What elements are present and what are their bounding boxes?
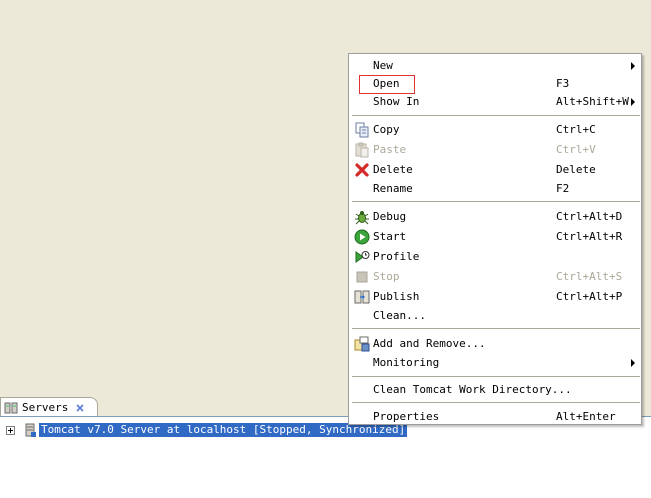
menu-item-clean[interactable]: Clean... <box>349 307 641 325</box>
servers-tab-label: Servers <box>22 401 69 414</box>
menu-separator <box>352 376 640 377</box>
menu-item-shortcut: Alt+Shift+W <box>556 95 629 108</box>
menu-item-label: Rename <box>373 182 413 195</box>
profile-icon <box>355 251 370 263</box>
menu-item-shortcut: Delete <box>556 163 596 176</box>
publish-icon <box>354 290 370 304</box>
menu-item-shortcut: Ctrl+C <box>556 123 596 136</box>
menu-item-debug[interactable]: Debug Ctrl+Alt+D <box>349 208 641 226</box>
paste-icon <box>355 142 369 158</box>
menu-item-start[interactable]: Start Ctrl+Alt+R <box>349 228 641 246</box>
menu-item-paste: Paste Ctrl+V <box>349 141 641 159</box>
menu-separator <box>352 402 640 403</box>
menu-item-label: Monitoring <box>373 356 440 369</box>
submenu-arrow-icon <box>631 98 635 106</box>
menu-item-label: Clean Tomcat Work Directory... <box>373 383 572 396</box>
menu-item-label: Stop <box>373 270 400 283</box>
context-menu: New Open F3 Show In Alt+Shift+W Copy Ctr… <box>348 53 642 425</box>
menu-item-label: Debug <box>373 210 407 223</box>
menu-item-label: Clean... <box>373 309 426 322</box>
menu-item-copy[interactable]: Copy Ctrl+C <box>349 121 641 139</box>
menu-item-label: Add and Remove... <box>373 337 486 350</box>
menu-item-monitoring[interactable]: Monitoring <box>349 354 641 372</box>
expand-icon[interactable] <box>6 425 15 435</box>
menu-item-label: Publish <box>373 290 420 303</box>
menu-item-shortcut: Ctrl+Alt+R <box>556 230 623 243</box>
menu-item-shortcut: Alt+Enter <box>556 410 616 423</box>
close-icon[interactable] <box>75 403 85 413</box>
submenu-arrow-icon <box>631 62 635 70</box>
servers-tab[interactable]: Servers <box>0 397 98 417</box>
menu-item-shortcut: F2 <box>556 182 570 195</box>
menu-item-shortcut: Ctrl+Alt+P <box>556 290 623 303</box>
menu-item-shortcut: F3 <box>556 77 570 90</box>
menu-item-properties[interactable]: Properties Alt+Enter <box>349 408 641 426</box>
copy-icon <box>355 122 369 138</box>
servers-tree: Tomcat v7.0 Server at localhost [Stopped… <box>0 416 651 498</box>
debug-icon <box>355 211 369 225</box>
menu-separator <box>352 115 640 116</box>
menu-item-clean-tomcat-work-directory[interactable]: Clean Tomcat Work Directory... <box>349 381 641 399</box>
submenu-arrow-icon <box>631 359 635 367</box>
delete-icon <box>355 163 369 177</box>
add-remove-icon <box>354 336 370 352</box>
menu-item-label: New <box>373 59 393 72</box>
menu-item-shortcut: Ctrl+Alt+D <box>556 210 623 223</box>
menu-item-add-and-remove[interactable]: Add and Remove... <box>349 335 641 353</box>
menu-item-new[interactable]: New <box>349 57 641 75</box>
menu-item-profile[interactable]: Profile <box>349 248 641 266</box>
menu-separator <box>352 201 640 202</box>
menu-item-label: Paste <box>373 143 407 156</box>
menu-item-label: Delete <box>373 163 413 176</box>
menu-item-show-in[interactable]: Show In Alt+Shift+W <box>349 93 641 111</box>
stop-icon <box>356 271 368 283</box>
menu-item-rename[interactable]: Rename F2 <box>349 180 641 198</box>
menu-item-label: Properties <box>373 410 440 423</box>
menu-item-shortcut: Ctrl+Alt+S <box>556 270 623 283</box>
menu-item-label: Copy <box>373 123 400 136</box>
menu-item-shortcut: Ctrl+V <box>556 143 596 156</box>
servers-icon <box>4 402 18 413</box>
menu-item-label: Show In <box>373 95 420 108</box>
server-icon <box>25 423 36 437</box>
menu-item-delete[interactable]: Delete Delete <box>349 161 641 179</box>
menu-item-label: Start <box>373 230 407 243</box>
menu-item-label: Profile <box>373 250 420 263</box>
menu-item-stop: Stop Ctrl+Alt+S <box>349 268 641 286</box>
highlight-box <box>359 75 415 94</box>
menu-item-publish[interactable]: Publish Ctrl+Alt+P <box>349 288 641 306</box>
menu-separator <box>352 328 640 329</box>
start-icon <box>354 229 370 245</box>
